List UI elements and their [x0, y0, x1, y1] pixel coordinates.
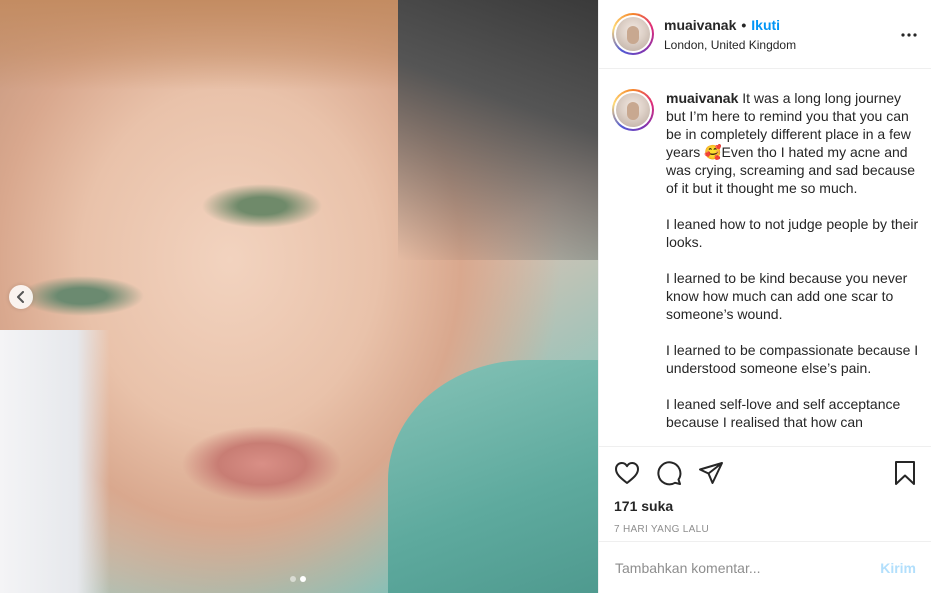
carousel-dot — [290, 576, 296, 582]
carousel-prev-button[interactable] — [9, 285, 33, 309]
chevron-left-icon — [17, 291, 24, 303]
caption-avatar[interactable] — [612, 89, 654, 131]
post-header: muaivanak • Ikuti London, United Kingdom — [599, 0, 931, 69]
caption-paragraph: I learned to be kind because you never k… — [666, 270, 908, 322]
photo-pillow — [0, 330, 110, 593]
save-button[interactable] — [894, 460, 916, 486]
post-actions: 171 suka 7 HARI YANG LALU — [599, 446, 931, 535]
comment-icon — [657, 461, 682, 486]
username-link[interactable]: muaivanak — [664, 17, 736, 33]
post-photo[interactable] — [0, 0, 598, 593]
comment-input[interactable] — [615, 559, 881, 576]
location-link[interactable]: London, United Kingdom — [664, 38, 796, 52]
caption-paragraph: I learned to be compassionate because I … — [666, 342, 919, 376]
caption-paragraph: I leaned how to not judge people by thei… — [666, 216, 919, 250]
post-caption: muaivanak It was a long long journey but… — [666, 89, 919, 445]
avatar[interactable] — [612, 13, 654, 55]
heart-icon — [615, 462, 639, 484]
photo-shadow — [398, 0, 598, 260]
separator-dot: • — [741, 16, 747, 33]
comment-button[interactable] — [656, 460, 682, 486]
caption-username[interactable]: muaivanak — [666, 90, 738, 106]
post-timestamp[interactable]: 7 HARI YANG LALU — [614, 524, 916, 535]
carousel-indicator — [290, 576, 306, 582]
post-comment-button[interactable]: Kirim — [880, 560, 916, 576]
caption-paragraph: I leaned self-love and self acceptance b… — [666, 396, 901, 430]
bookmark-icon — [895, 461, 915, 485]
comments-section[interactable]: muaivanak It was a long long journey but… — [599, 69, 931, 445]
add-comment-bar: Kirim — [599, 541, 931, 593]
follow-button[interactable]: Ikuti — [751, 17, 780, 33]
likes-count[interactable]: 171 suka — [614, 498, 916, 514]
share-button[interactable] — [698, 461, 724, 485]
share-icon — [699, 462, 723, 484]
carousel-dot-active — [300, 576, 306, 582]
more-options-icon — [901, 33, 917, 37]
post-details-panel: muaivanak • Ikuti London, United Kingdom… — [598, 0, 931, 593]
more-options-button[interactable] — [901, 24, 917, 42]
photo-shirt — [388, 360, 598, 593]
like-button[interactable] — [614, 461, 640, 485]
